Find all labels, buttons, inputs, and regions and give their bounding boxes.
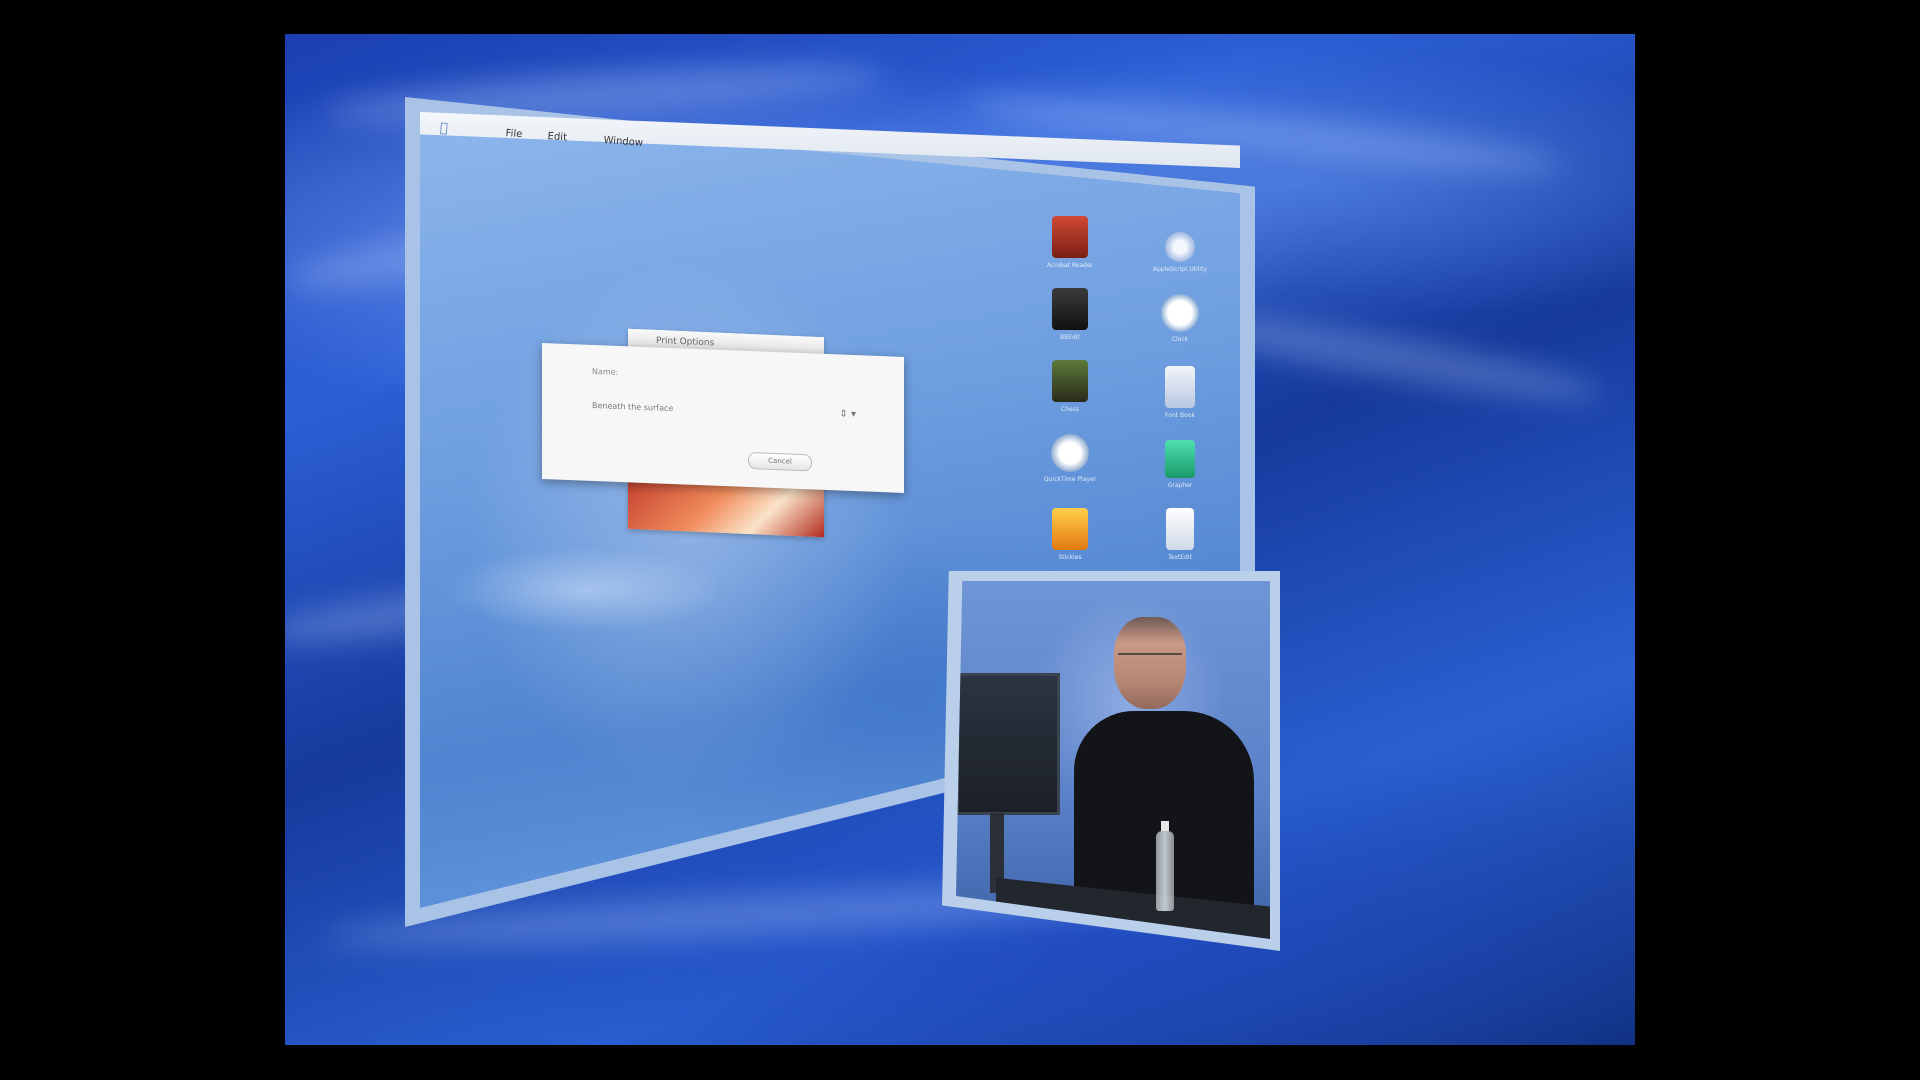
water-bottle (1156, 831, 1174, 911)
desktop-icon[interactable]: AppleScript Utility (1144, 232, 1216, 273)
desktop-icon-label: Stickies (1058, 554, 1082, 561)
desktop-icon[interactable]: Chess (1034, 360, 1106, 413)
clock-icon (1161, 294, 1199, 332)
cancel-button[interactable]: Cancel (748, 451, 812, 472)
speaker-video (956, 581, 1270, 939)
desktop-icon[interactable]: Clock (1144, 294, 1216, 343)
dialog-name-label: Name: (592, 366, 619, 377)
desktop-icon-label: AppleScript Utility (1152, 266, 1208, 273)
desktop-icon[interactable]: Font Book (1144, 366, 1216, 419)
glasses (1118, 653, 1182, 667)
desktop-icon[interactable]: BBEdit (1034, 288, 1106, 341)
stepper-arrows-icon[interactable]: ⇕ ▾ (839, 408, 856, 420)
desktop-icon-label: TextEdit (1168, 554, 1192, 561)
menu-file[interactable]: File (505, 128, 522, 140)
bottle-cap (1161, 821, 1169, 831)
app-icon (1165, 232, 1195, 262)
app-icon (1052, 360, 1088, 402)
desktop-icon[interactable]: Acrobat Reader (1034, 216, 1106, 269)
dialog-sheet[interactable]: Name: Beneath the surface ⇕ ▾ Cancel (542, 343, 904, 493)
desktop-icon[interactable]: Grapher (1144, 440, 1216, 489)
desktop-icon-label: Font Book (1165, 412, 1195, 419)
desktop-icon-label: Clock (1171, 336, 1189, 343)
document-icon (1165, 366, 1195, 408)
stage-monitor (956, 673, 1060, 815)
desktop-icon-label: Acrobat Reader (1046, 262, 1094, 269)
desktop-icon-label: QuickTime Player (1043, 476, 1097, 483)
app-icon (1052, 216, 1088, 258)
apple-menu-icon[interactable]:  (439, 121, 448, 137)
quicktime-icon (1051, 434, 1089, 472)
desktop-icon[interactable]: TextEdit (1144, 508, 1216, 561)
document-icon (1166, 508, 1194, 550)
menu-edit[interactable]: Edit (547, 131, 567, 143)
app-icon (1052, 508, 1088, 550)
desktop-icon-label: Chess (1061, 406, 1079, 413)
desktop-icon[interactable]: Stickies (1034, 508, 1106, 561)
desktop-icon-label: Grapher (1167, 482, 1193, 489)
desktop-icon[interactable]: QuickTime Player (1034, 434, 1106, 483)
app-icon (1052, 288, 1088, 330)
app-icon (1165, 440, 1195, 478)
desktop-icon-label: BBEdit (1060, 334, 1080, 341)
dialog-field-value[interactable]: Beneath the surface (592, 401, 673, 413)
